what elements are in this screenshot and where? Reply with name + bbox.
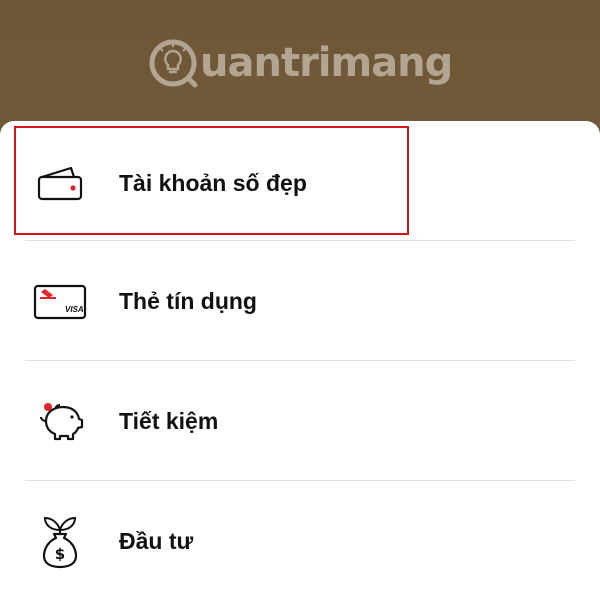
watermark: uantrimang — [148, 38, 453, 88]
watermark-text: uantrimang — [200, 40, 453, 86]
divider — [25, 360, 575, 361]
lightbulb-logo-icon — [149, 39, 198, 88]
svg-text:$: $ — [55, 545, 65, 563]
menu-item-label: Tiết kiệm — [119, 408, 219, 434]
money-bag-sprout-icon: $ — [28, 482, 92, 600]
highlight-annotation-box — [14, 126, 409, 235]
credit-card-icon: VISA — [28, 242, 92, 361]
divider — [25, 240, 575, 241]
card-brand-text: VISA — [65, 305, 84, 314]
divider — [25, 480, 575, 481]
menu-item-label: Thẻ tín dụng — [119, 288, 257, 314]
menu-item-credit-card[interactable]: VISA Thẻ tín dụng — [0, 242, 600, 361]
app-screen: uantrimang Tài khoản số đẹp VISA Thẻ tín… — [0, 0, 600, 600]
menu-item-label: Đầu tư — [119, 528, 194, 554]
menu-item-savings[interactable]: Tiết kiệm — [0, 362, 600, 481]
piggy-bank-icon — [28, 362, 92, 481]
menu-item-investment[interactable]: $ Đầu tư — [0, 482, 600, 600]
